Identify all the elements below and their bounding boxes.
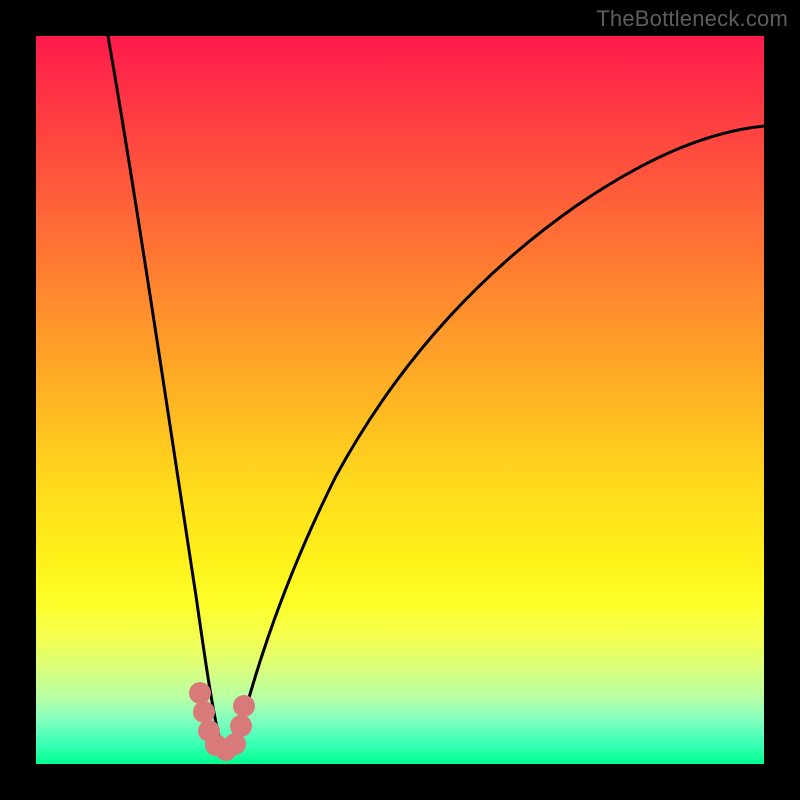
chart-frame: TheBottleneck.com <box>0 0 800 800</box>
marker-group <box>189 682 255 761</box>
marker-point <box>230 715 252 737</box>
curve-left-branch <box>108 36 222 748</box>
marker-point <box>233 695 255 717</box>
marker-point <box>189 682 211 704</box>
watermark-text: TheBottleneck.com <box>596 6 788 32</box>
chart-svg <box>36 36 764 764</box>
curve-group <box>108 36 764 748</box>
marker-point <box>193 701 215 723</box>
curve-right-branch <box>236 126 764 748</box>
plot-area <box>36 36 764 764</box>
